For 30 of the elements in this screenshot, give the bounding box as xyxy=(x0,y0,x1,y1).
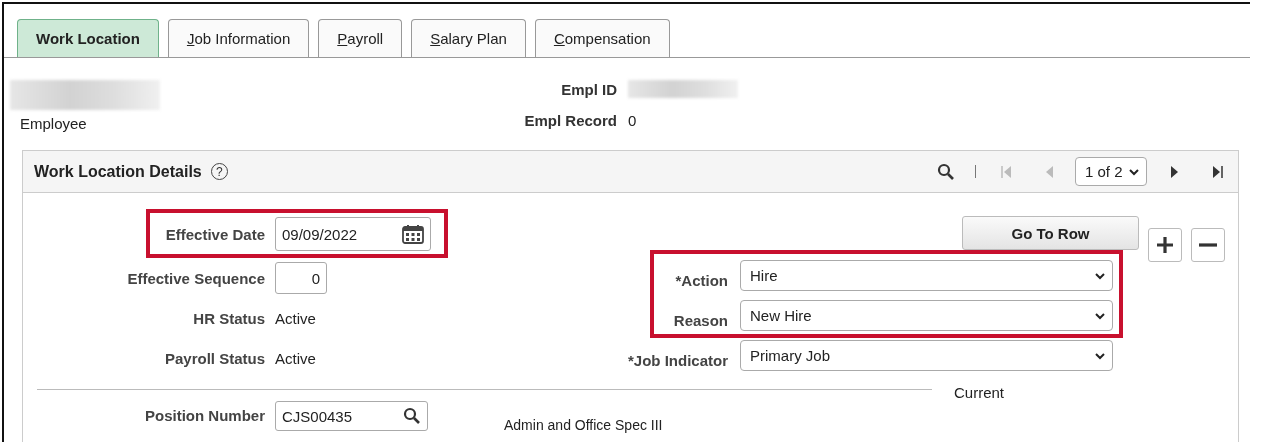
tab[interactable]: Compensation xyxy=(534,19,670,57)
date-field[interactable]: 09/09/2022 xyxy=(275,217,431,251)
field-label: Employee xyxy=(20,115,88,132)
field-label: Reason xyxy=(672,312,728,331)
field-label: Effective Date xyxy=(164,225,265,243)
field-value: Active xyxy=(275,309,316,327)
field-label: *Action xyxy=(674,272,728,291)
field-label: Empl Record xyxy=(523,111,617,129)
tab[interactable]: Payroll xyxy=(318,19,403,57)
tab[interactable]: Salary Plan xyxy=(411,19,526,57)
tab[interactable]: Work Location xyxy=(17,19,159,57)
field-value: Active xyxy=(275,349,316,367)
section-label: Current xyxy=(954,384,1005,401)
position-description: Admin and Office Spec III xyxy=(504,418,663,432)
go-to-row-button[interactable]: Go To Row xyxy=(962,216,1139,250)
position-field[interactable]: CJS00435 xyxy=(275,401,428,431)
field-value: 0 xyxy=(628,111,637,129)
dropdown-field[interactable]: Primary Job xyxy=(740,340,1113,371)
dropdown-field[interactable]: Hire xyxy=(740,260,1113,291)
page-select[interactable]: 1 of 2 xyxy=(1075,157,1147,186)
dropdown-field[interactable]: New Hire xyxy=(740,300,1113,331)
field-label: HR Status xyxy=(192,309,265,327)
field-label: Payroll Status xyxy=(163,349,265,367)
field-label: Position Number xyxy=(144,406,265,426)
field-label: *Job Indicator xyxy=(627,352,728,371)
number-field[interactable]: 0 xyxy=(275,262,327,294)
field-label: Effective Sequence xyxy=(126,269,265,287)
field-label: Empl ID xyxy=(560,80,617,98)
tab[interactable]: Job Information xyxy=(167,19,310,57)
panel-title: Work Location Details xyxy=(34,162,202,181)
